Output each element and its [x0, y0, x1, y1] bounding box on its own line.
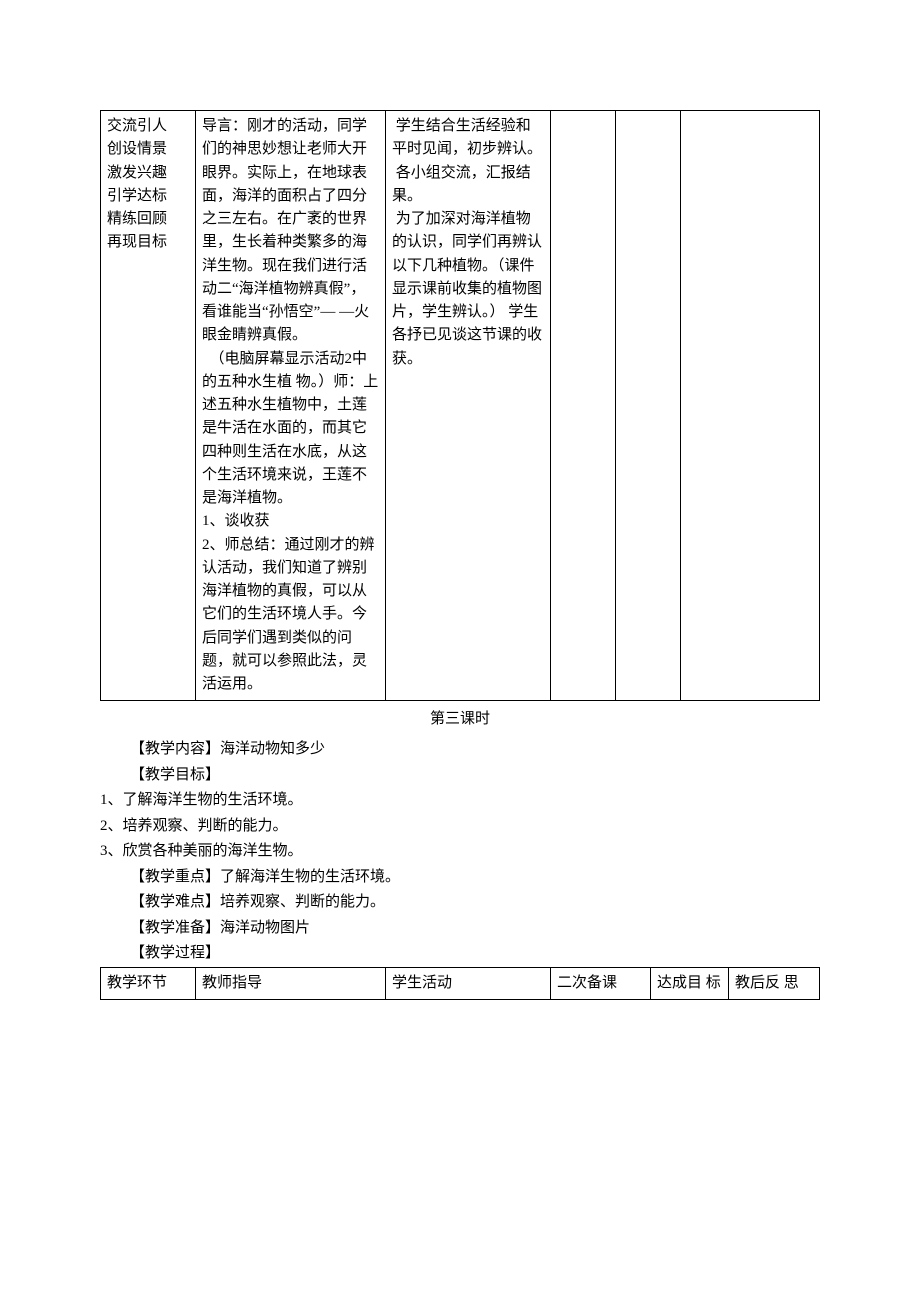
difficulty-text: 培养观察、判断的能力。 — [220, 894, 385, 910]
col-student-activity: 学生结合生活经验和平时见闻，初步辨认。 各小组交流，汇报结果。 为了加深对海洋植… — [386, 111, 551, 701]
stage-line: 创设情景 — [107, 138, 189, 161]
col-empty-2 — [616, 111, 681, 701]
teaching-content: 【教学内容】海洋动物知多少 — [100, 737, 820, 763]
col-teacher-guidance: 导言：刚才的活动，同学们的神思妙想让老师大开眼界。实际上，在地球表面，海洋的面积… — [196, 111, 386, 701]
teaching-goal-label: 【教学目标】 — [100, 763, 820, 789]
content-text: 海洋动物知多少 — [220, 741, 325, 757]
stage-line: 交流引人 — [107, 115, 189, 138]
header-secondary: 二次备课 — [551, 967, 651, 999]
header-teacher: 教师指导 — [196, 967, 386, 999]
stage-line: 引学达标 — [107, 185, 189, 208]
difficulty-label: 【教学难点】 — [130, 894, 220, 910]
header-achieve: 达成目 标 — [651, 967, 729, 999]
stage-line: 再现目标 — [107, 231, 189, 254]
stage-line: 精练回顾 — [107, 208, 189, 231]
col-empty-3 — [681, 111, 820, 701]
prep-text: 海洋动物图片 — [220, 920, 310, 936]
header-student: 学生活动 — [386, 967, 551, 999]
teaching-process-label: 【教学过程】 — [100, 941, 820, 967]
table-row: 交流引人 创设情景 激发兴趣 引学达标 精练回顾 再现目标 导言：刚才的活动，同… — [101, 111, 820, 701]
lesson-title: 第三课时 — [100, 707, 820, 731]
keypoint-label: 【教学重点】 — [130, 869, 220, 885]
teaching-keypoint: 【教学重点】了解海洋生物的生活环境。 — [100, 865, 820, 891]
content-label: 【教学内容】 — [130, 741, 220, 757]
goal-item: 3、欣赏各种美丽的海洋生物。 — [100, 839, 820, 865]
teaching-difficulty: 【教学难点】培养观察、判断的能力。 — [100, 890, 820, 916]
header-reflect: 教后反 思 — [729, 967, 820, 999]
goal-item: 1、了解海洋生物的生活环境。 — [100, 788, 820, 814]
col-stage: 交流引人 创设情景 激发兴趣 引学达标 精练回顾 再现目标 — [101, 111, 196, 701]
teaching-prep: 【教学准备】海洋动物图片 — [100, 916, 820, 942]
lesson-table-header: 教学环节 教师指导 学生活动 二次备课 达成目 标 教后反 思 — [100, 967, 820, 1000]
prep-label: 【教学准备】 — [130, 920, 220, 936]
keypoint-text: 了解海洋生物的生活环境。 — [220, 869, 400, 885]
col-empty-1 — [551, 111, 616, 701]
table-header-row: 教学环节 教师指导 学生活动 二次备课 达成目 标 教后反 思 — [101, 967, 820, 999]
goal-item: 2、培养观察、判断的能力。 — [100, 814, 820, 840]
lesson-table-continued: 交流引人 创设情景 激发兴趣 引学达标 精练回顾 再现目标 导言：刚才的活动，同… — [100, 110, 820, 701]
header-stage: 教学环节 — [101, 967, 196, 999]
stage-line: 激发兴趣 — [107, 162, 189, 185]
